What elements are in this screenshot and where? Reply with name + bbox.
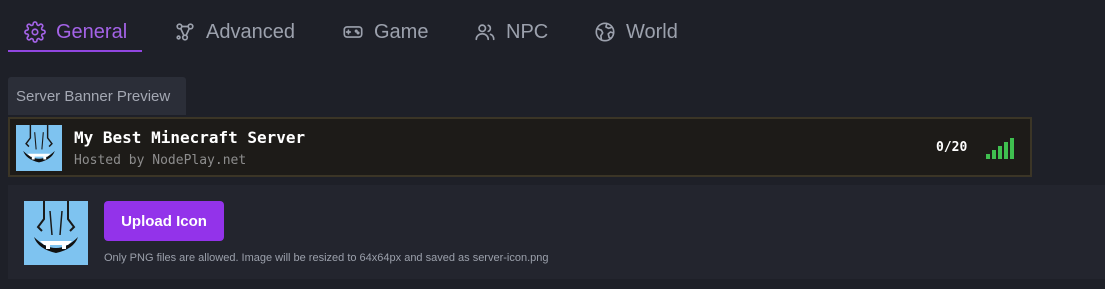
tab-label: General — [56, 20, 128, 43]
tab-label: World — [626, 20, 678, 43]
tab-label: Advanced — [206, 20, 295, 43]
tab-label: NPC — [506, 20, 549, 43]
upload-hint-text: Only PNG files are allowed. Image will b… — [104, 252, 549, 264]
users-icon — [475, 24, 495, 41]
tab-label: Game — [374, 20, 429, 43]
server-motd: Hosted by NodePlay.net — [74, 153, 247, 168]
tab-general[interactable]: General — [24, 10, 127, 54]
upload-icon-panel: Upload Icon Only PNG files are allowed. … — [8, 185, 1105, 279]
server-icon-thumbnail — [16, 125, 62, 171]
player-count: 0/20 — [936, 140, 968, 155]
server-banner-preview: My Best Minecraft Server Hosted by NodeP… — [8, 117, 1032, 177]
settings-tabs: General Advanced Game NPC World — [0, 0, 1105, 62]
active-tab-indicator — [8, 50, 142, 52]
tab-world[interactable]: World — [594, 10, 678, 54]
tab-npc[interactable]: NPC — [474, 10, 548, 54]
globe-icon — [595, 22, 615, 42]
gamepad-icon — [343, 26, 363, 38]
banner-preview-label: Server Banner Preview — [8, 77, 186, 115]
nodes-icon — [176, 23, 194, 41]
signal-bars-icon — [986, 138, 1014, 159]
server-name: My Best Minecraft Server — [74, 128, 306, 147]
gear-icon — [24, 21, 46, 43]
upload-icon-button[interactable]: Upload Icon — [104, 201, 224, 241]
tab-advanced[interactable]: Advanced — [174, 10, 295, 54]
tab-game[interactable]: Game — [342, 10, 428, 54]
server-icon-preview — [24, 201, 88, 265]
server-settings-page: General Advanced Game NPC World Server B… — [0, 0, 1105, 289]
